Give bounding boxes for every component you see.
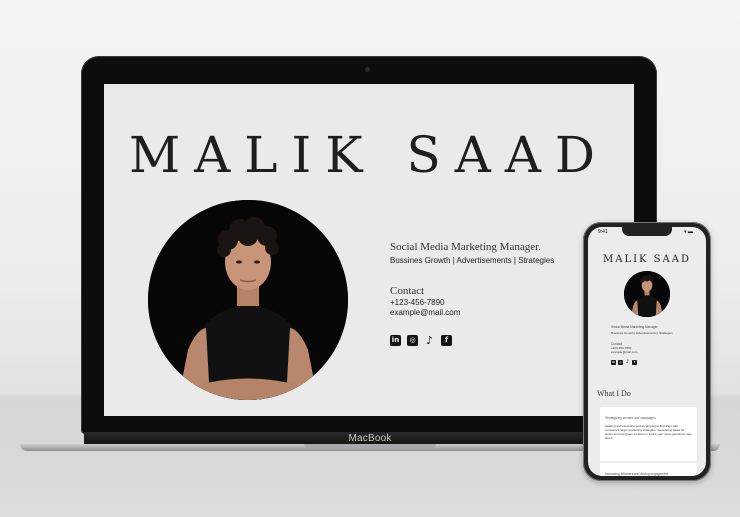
phone-device: 9:41 ▾ ▬ MALIK SAAD Social Media Marketi…	[583, 222, 711, 481]
status-time: 9:41	[598, 229, 608, 235]
phone-linkedin-icon[interactable]: in	[611, 360, 616, 365]
what-i-do-heading: What I Do	[597, 389, 631, 398]
phone-job-title: Social Media Marketing Manager.	[611, 325, 659, 329]
phone-skills-tagline: Bussines Growth | Advertisements | Strat…	[611, 331, 673, 335]
phone-site-name: MALIK SAAD	[602, 254, 691, 265]
phone-email-address[interactable]: example@mail.com	[611, 350, 703, 354]
laptop-hinge: MacBook	[84, 432, 656, 444]
phone-profile-photo	[624, 271, 670, 317]
phone-instagram-icon[interactable]: ◎	[618, 360, 623, 365]
mockup-scene: MALIK SAAD Social Media Marketing Manage…	[0, 0, 740, 517]
service-card: Strategizing content and campaigns ideat…	[600, 407, 697, 461]
service-card-title: Increasing followers and driving engagem…	[605, 472, 669, 476]
phone-tiktok-icon[interactable]: ♪	[625, 360, 630, 365]
phone-notch	[622, 227, 672, 236]
linkedin-icon[interactable]: in	[390, 335, 401, 346]
phone-profile-info: Social Media Marketing Manager. Bussines…	[611, 325, 703, 365]
tiktok-icon[interactable]: ♪	[424, 335, 435, 346]
laptop-screen: MALIK SAAD Social Media Marketing Manage…	[104, 84, 634, 416]
phone-portrait-image	[624, 271, 670, 317]
instagram-icon[interactable]: ◎	[407, 335, 418, 346]
service-card: Increasing followers and driving engagem…	[600, 463, 697, 476]
facebook-icon[interactable]: f	[441, 335, 452, 346]
service-card-body: ideating and executing social campaigns …	[605, 424, 692, 440]
phone-screen: 9:41 ▾ ▬ MALIK SAAD Social Media Marketi…	[588, 227, 706, 476]
laptop-thumb-notch	[304, 444, 436, 448]
status-icons: ▾ ▬	[684, 229, 693, 235]
phone-facebook-icon[interactable]: f	[632, 360, 637, 365]
webcam	[365, 67, 370, 72]
portrait-image	[148, 200, 348, 400]
service-card-title: Strategizing content and campaigns	[605, 416, 656, 420]
profile-photo	[148, 200, 348, 400]
phone-social-links: in ◎ ♪ f	[611, 360, 703, 365]
site-name-title: MALIK SAAD	[128, 126, 610, 184]
laptop-display: MALIK SAAD Social Media Marketing Manage…	[81, 56, 657, 434]
